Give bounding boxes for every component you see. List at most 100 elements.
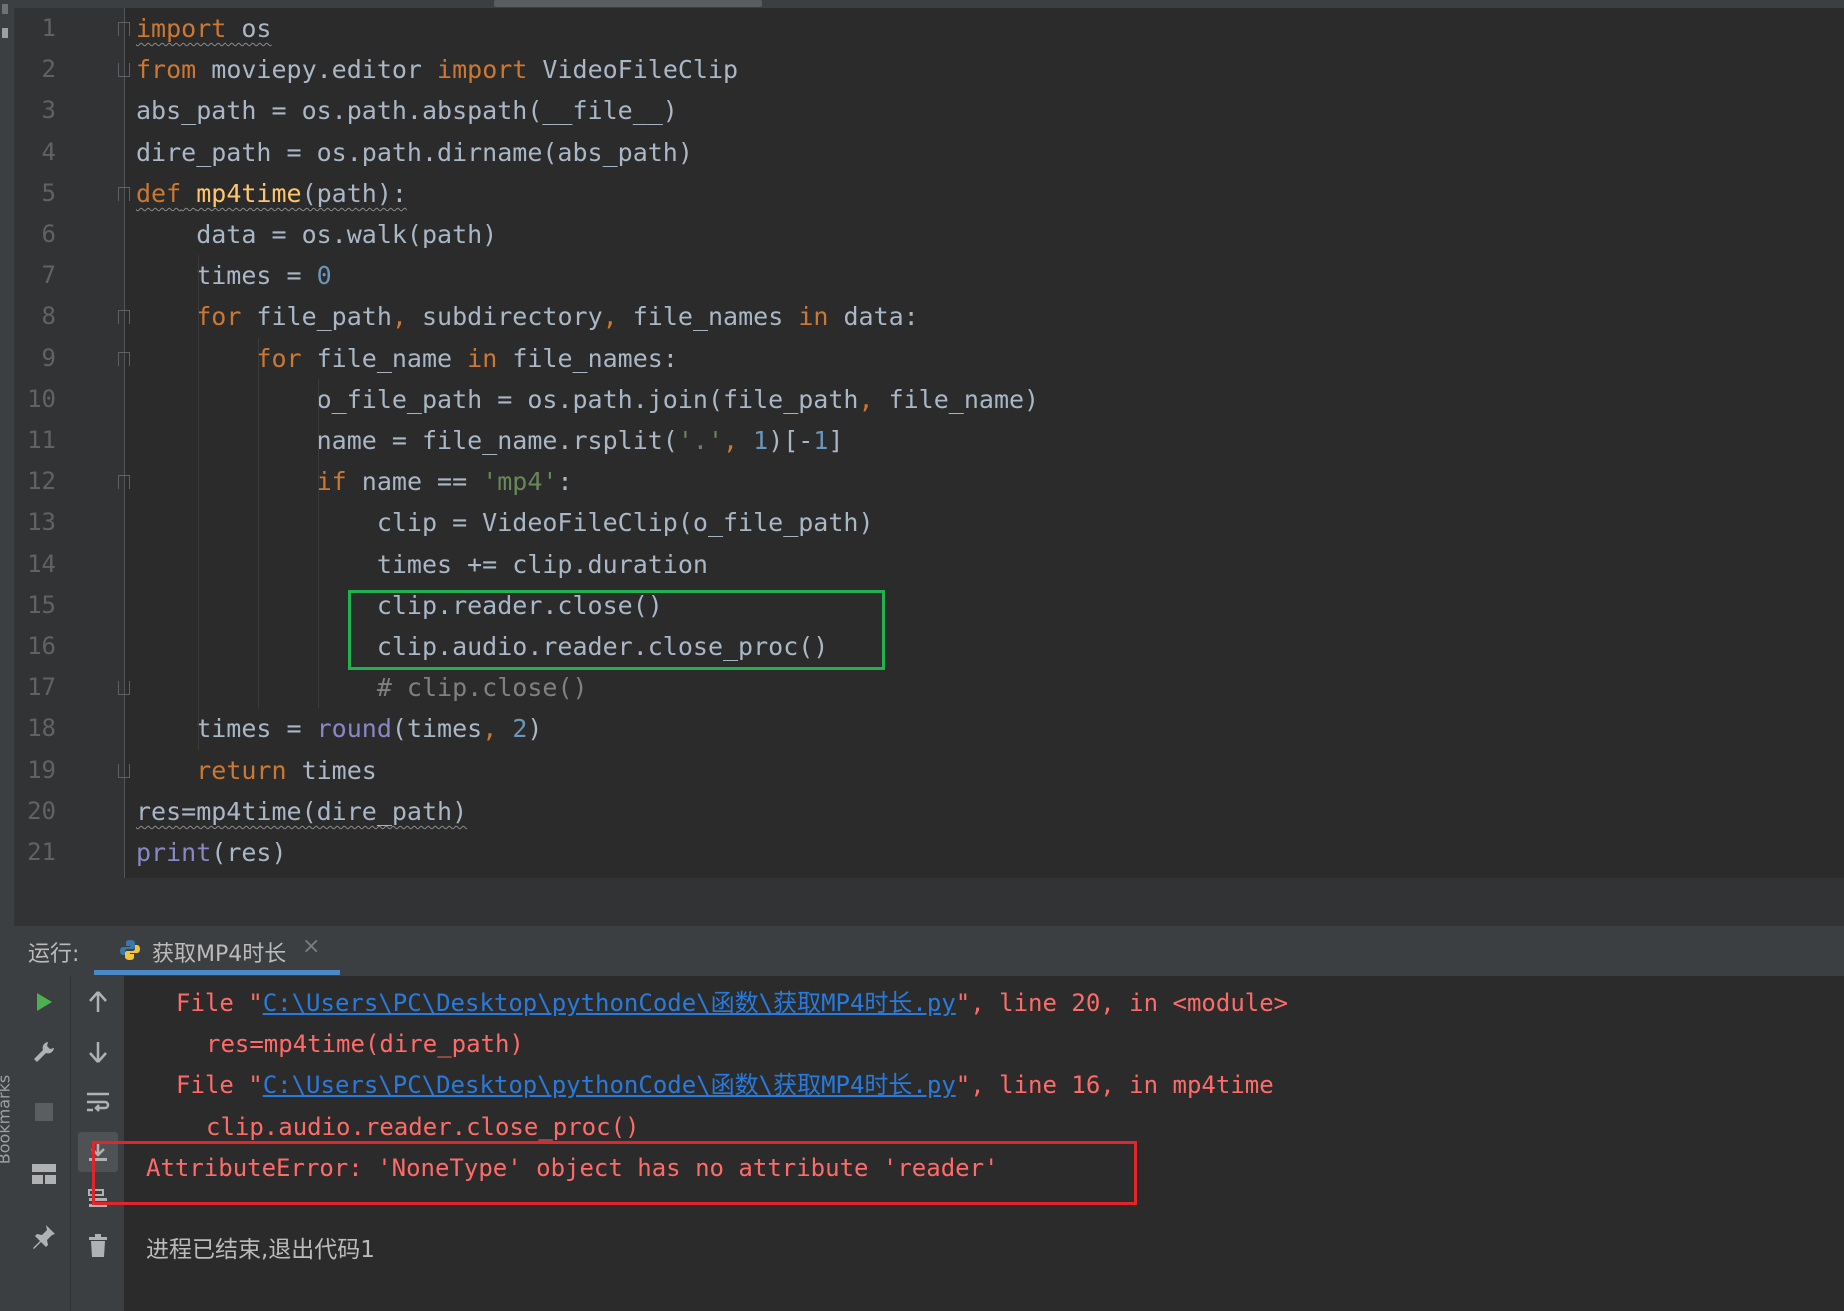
- fold-marker-icon[interactable]: [118, 186, 130, 201]
- indent-guide: [258, 337, 259, 709]
- pin-tab-button[interactable]: [24, 1216, 64, 1256]
- scroll-up-button[interactable]: [78, 982, 118, 1022]
- code-token: clip = VideoFileClip(o_file_path): [136, 508, 874, 538]
- indent-guide: [318, 378, 319, 709]
- run-label: 运行:: [28, 942, 80, 967]
- code-line[interactable]: data = os.walk(path): [136, 214, 497, 255]
- panel-splitter[interactable]: [14, 878, 1844, 926]
- fold-marker-icon[interactable]: [118, 681, 130, 696]
- line-number: 3: [41, 96, 56, 125]
- code-token: from: [136, 55, 197, 85]
- tab-title[interactable]: 获取MP4时长: [152, 936, 286, 968]
- code-token: o_file_path = os.path.join(file_path: [136, 384, 859, 414]
- strip-marker: [2, 4, 8, 14]
- soft-wrap-button[interactable]: [78, 1082, 118, 1122]
- code-token: times += clip.duration: [136, 549, 708, 579]
- traceback-line: File "C:\Users\PC\Desktop\pythonCode\函数\…: [176, 983, 1288, 1024]
- fold-marker-icon[interactable]: [118, 475, 130, 490]
- code-line[interactable]: clip = VideoFileClip(o_file_path): [136, 502, 874, 543]
- code-line[interactable]: from moviepy.editor import VideoFileClip: [136, 49, 738, 90]
- code-token: data:: [828, 302, 919, 332]
- pin-icon: [33, 1225, 55, 1249]
- code-token: :: [557, 467, 573, 497]
- code-token: 'mp4': [482, 467, 558, 497]
- stop-button[interactable]: [24, 1092, 64, 1132]
- code-token: name = file_name.rsplit(: [136, 426, 678, 455]
- code-line[interactable]: abs_path = os.path.abspath(__file__): [136, 90, 678, 131]
- code-line[interactable]: for file_name in file_names:: [136, 338, 677, 379]
- code-line[interactable]: if name == 'mp4':: [136, 461, 573, 502]
- code-token: in: [798, 302, 829, 332]
- scroll-down-button[interactable]: [78, 1032, 118, 1072]
- code-line[interactable]: times += clip.duration: [136, 544, 708, 585]
- code-token: times =: [136, 261, 317, 291]
- fold-marker-icon[interactable]: [118, 310, 130, 325]
- code-line[interactable]: def mp4time(path):: [136, 173, 407, 214]
- python-icon: [118, 938, 142, 962]
- code-token: res=mp4time(dire_path): [136, 796, 468, 826]
- layout-icon: [32, 1164, 56, 1184]
- line-number: 5: [41, 178, 56, 207]
- code-token: (res): [211, 838, 287, 867]
- line-number: 15: [27, 590, 56, 619]
- code-token: return: [196, 755, 287, 785]
- code-token: 2: [497, 714, 528, 744]
- modify-run-config-button[interactable]: [24, 1032, 64, 1072]
- code-token: mp4time: [196, 178, 302, 208]
- code-line[interactable]: times = round(times, 2): [136, 708, 542, 749]
- code-line[interactable]: return times: [136, 750, 377, 791]
- code-token: subdirectory: [406, 302, 603, 332]
- line-number: 16: [27, 632, 56, 660]
- exit-message: 进程已结束,退出代码1: [146, 1237, 375, 1263]
- clear-all-button[interactable]: [78, 1226, 118, 1266]
- rerun-button[interactable]: [24, 982, 64, 1022]
- code-line[interactable]: print(res): [136, 832, 287, 873]
- traceback-prefix: File ": [176, 1071, 263, 1099]
- layout-button[interactable]: [24, 1154, 64, 1194]
- code-token: )[-: [768, 426, 814, 455]
- fold-marker-icon[interactable]: [118, 763, 130, 778]
- code-token: (times: [391, 714, 483, 744]
- code-line[interactable]: dire_path = os.path.dirname(abs_path): [136, 132, 693, 173]
- line-number: 14: [27, 549, 56, 578]
- code-line[interactable]: # clip.close(): [136, 667, 588, 708]
- play-icon: [37, 993, 52, 1011]
- line-number: 4: [41, 137, 56, 166]
- code-line[interactable]: o_file_path = os.path.join(file_path, fi…: [136, 379, 1040, 420]
- code-line[interactable]: import os: [136, 8, 271, 49]
- green-highlight-box: [348, 590, 885, 670]
- code-line[interactable]: for file_path, subdirectory, file_names …: [136, 296, 919, 337]
- fold-marker-icon[interactable]: [118, 63, 130, 78]
- code-line[interactable]: times = 0: [136, 255, 331, 296]
- close-icon[interactable]: ×: [302, 934, 320, 959]
- line-number: 13: [27, 508, 56, 537]
- fold-marker-icon[interactable]: [118, 22, 130, 36]
- code-token: import: [437, 55, 528, 85]
- fold-marker-icon[interactable]: [118, 351, 130, 366]
- left-tool-strip: Bookmarks: [0, 0, 14, 1311]
- code-token: import: [136, 14, 227, 43]
- code-token: ): [527, 714, 543, 744]
- file-path-link[interactable]: C:\Users\PC\Desktop\pythonCode\函数\获取MP4时…: [263, 989, 956, 1017]
- code-line[interactable]: res=mp4time(dire_path): [136, 791, 467, 832]
- code-token: times: [286, 755, 377, 785]
- file-path-link[interactable]: C:\Users\PC\Desktop\pythonCode\函数\获取MP4时…: [263, 1071, 956, 1099]
- code-token: for: [196, 302, 242, 332]
- code-line[interactable]: name = file_name.rsplit('.', 1)[-1]: [136, 420, 844, 461]
- code-token: ,: [391, 302, 407, 332]
- code-token: def: [136, 178, 182, 208]
- arrow-up-icon: [89, 991, 107, 1012]
- code-token: 1: [738, 426, 769, 455]
- run-toolbar-primary: [14, 976, 70, 1311]
- code-token: dire_path = os.path.dirname(abs_path): [136, 137, 693, 167]
- traceback-code-line: res=mp4time(dire_path): [206, 1030, 524, 1058]
- line-number: 7: [41, 261, 56, 290]
- code-token: for: [256, 343, 302, 373]
- horizontal-scroll-thumb[interactable]: [494, 0, 762, 7]
- line-number: 12: [27, 467, 56, 496]
- line-number: 1: [41, 14, 56, 42]
- gutter-divider: [124, 8, 125, 878]
- bookmarks-tool-label[interactable]: Bookmarks: [0, 1070, 14, 1170]
